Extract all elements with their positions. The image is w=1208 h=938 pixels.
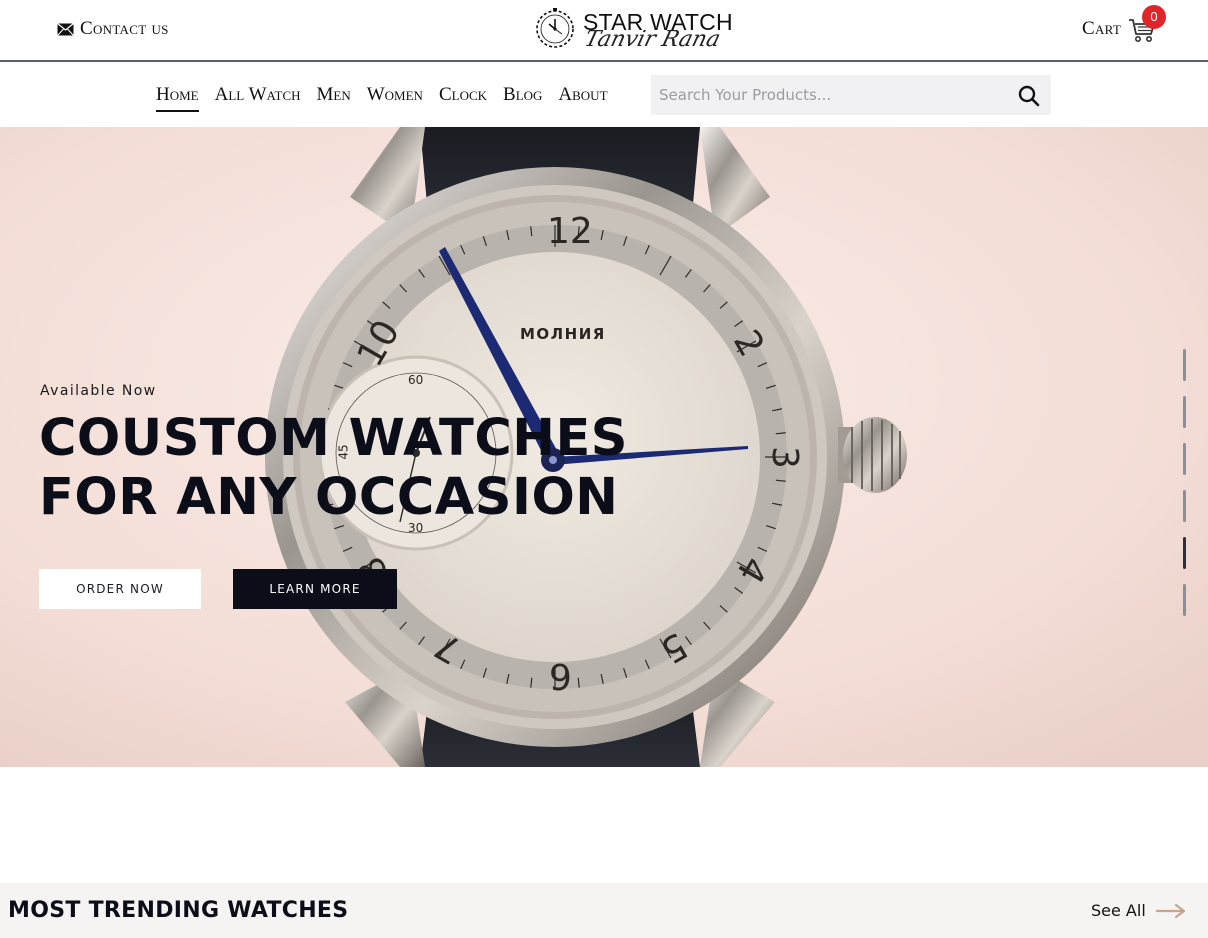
dial-numeral: 6 [549,655,572,696]
nav-item-blog[interactable]: Blog [503,84,542,112]
see-all-link[interactable]: See All [1091,901,1186,920]
hero-eyebrow: Available Now [40,383,157,399]
learn-more-button[interactable]: LEARN MORE [233,569,397,609]
nav-item-home[interactable]: Home [156,84,199,112]
cart-label: Cart [1082,18,1122,39]
nav-item-clock[interactable]: Clock [439,84,487,112]
brand-logo[interactable]: STAR WATCH Tanvir Rana [534,7,734,53]
search-icon[interactable] [1017,84,1041,108]
trending-section: MOST TRENDING WATCHES See All [0,883,1208,938]
slide-indicator[interactable] [1183,490,1186,522]
slide-indicator[interactable] [1183,396,1186,428]
arrow-right-icon [1155,903,1185,918]
hero-banner: МОЛНИЯ 12 2 3 4 5 6 7 8 10 60 45 30 Avai… [0,127,1208,767]
section-title: MOST TRENDING WATCHES [8,898,349,923]
contact-us-link[interactable]: Contact us [57,18,169,40]
hero-headline: COUSTOM WATCHES FOR ANY OCCASION [39,409,629,527]
cart-button[interactable]: Cart 0 [1082,5,1172,46]
nav-item-all-watch[interactable]: All Watch [215,84,301,112]
dial-numeral: 3 [763,446,805,469]
contact-us-label: Contact us [80,18,169,39]
cart-count-badge: 0 [1142,5,1166,29]
slide-indicator[interactable] [1183,584,1186,616]
slide-indicator[interactable] [1183,443,1186,475]
mail-icon [57,22,74,36]
nav-item-about[interactable]: About [558,84,607,112]
search-input[interactable] [651,75,1011,115]
nav-links: Home All Watch Men Women Clock Blog Abou… [156,84,624,112]
subdial-numeral: 60 [408,373,424,387]
dial-brand-text: МОЛНИЯ [520,325,606,343]
brand-signature: Tanvir Rana [581,27,723,52]
main-nav: Home All Watch Men Women Clock Blog Abou… [0,64,1208,127]
nav-item-women[interactable]: Women [367,84,423,112]
slide-indicator-active[interactable] [1183,537,1186,569]
top-bar: Contact us STAR WATCH Tanvir Rana Cart 0 [0,0,1208,62]
clock-logo-icon [536,8,574,48]
see-all-label: See All [1091,901,1146,920]
slider-indicators [1183,349,1189,631]
search-box [651,75,1051,115]
nav-item-men[interactable]: Men [317,84,351,112]
slide-indicator[interactable] [1183,349,1186,381]
dial-numeral: 12 [547,211,593,252]
order-now-button[interactable]: ORDER NOW [39,569,201,609]
